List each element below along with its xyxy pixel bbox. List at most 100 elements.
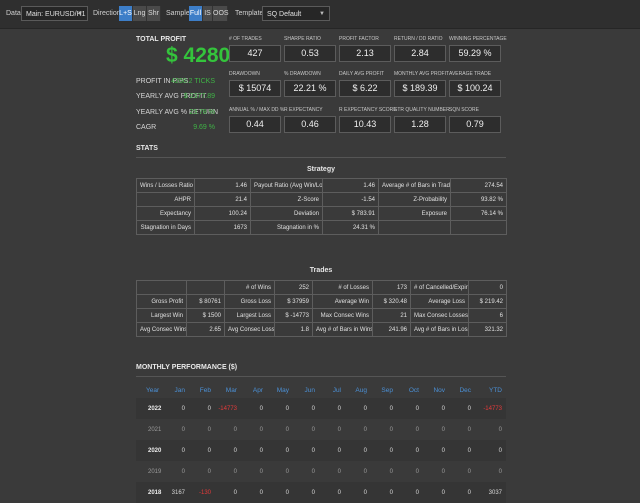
monthly-header-cell: Apr [252,386,263,394]
toolbar: Data Main: EURUSD/H1 ▼ Direction L+S Lng… [0,0,640,29]
monthly-value-cell: 0 [319,482,345,503]
table-cell: $ 219.42 [468,294,507,309]
table-row: Stagnation in Days 1673 Stagnation in % … [136,220,507,235]
metric-daily-avg-profit: DAILY AVG PROFIT $ 6.22 [339,70,391,97]
direction-short-button[interactable]: Shr [147,6,161,21]
monthly-performance-table: Year Jan Feb Mar Apr May Jun Jul Aug Sep Oct Nov Dec… [136,382,506,503]
monthly-value-cell: 0 [449,482,475,503]
metric-label: WINNING PERCENTAGE [449,36,507,42]
monthly-value-cell: 0 [467,468,471,475]
monthly-value-cell: 0 [319,440,345,461]
table-cell: Stagnation in % [250,220,323,235]
stats-title: STATS [136,145,158,152]
sample-oos-button[interactable]: OOS [213,6,229,21]
monthly-value-cell: 0 [241,440,267,461]
direction-ls-button[interactable]: L+S [119,6,133,21]
metric-winning-percentage: WINNING PERCENTAGE 59.29 % [449,35,507,62]
table-cell: Max Consec Losses [410,308,469,323]
table-row: Expectancy 100.24 Deviation $ 783.91 Exp… [136,206,507,221]
monthly-value-cell: 0 [389,468,393,475]
direction-long-button[interactable]: Lng [133,6,147,21]
metric-label: SHARPE RATIO [284,36,321,42]
table-row: Gross Profit $ 80761 Gross Loss $ 37959 … [136,294,507,309]
data-label: Data [6,10,21,17]
metric-label: MONTHLY AVG PROFIT [394,71,450,77]
template-select[interactable]: SQ Default ▼ [262,6,330,21]
table-cell: $ 80761 [186,294,225,309]
metric-label: RETURN / DD RATIO [394,36,443,42]
table-cell: # of Cancelled/Expired [410,280,469,295]
table-cell: Avg # of Bars in Wins [312,322,373,337]
metric-value: 59.29 % [449,45,501,62]
table-cell: 0 [468,280,507,295]
monthly-header-cell: Jan [174,386,185,394]
metric-sharpe-ratio: SHARPE RATIO 0.53 [284,35,336,62]
sample-is-button[interactable]: IS [203,6,213,21]
monthly-value-cell: 0 [449,440,475,461]
table-cell: 100.24 [194,206,251,221]
metric-value: 2.84 [394,45,446,62]
table-cell [450,220,507,235]
monthly-value-cell: 0 [293,398,319,419]
monthly-value-cell: 0 [311,426,315,433]
monthly-value-cell: 0 [267,398,293,419]
table-cell: Deviation [250,206,323,221]
cagr-label: CAGR [136,124,157,131]
metric-label: PROFIT FACTOR [339,36,379,42]
data-select[interactable]: Main: EURUSD/H1 ▼ [21,6,88,21]
monthly-header-cell: Jun [304,386,315,394]
metric-label: # OF TRADES [229,36,262,42]
metric-trades: # OF TRADES 427 [229,35,281,62]
table-cell: Avg Consec Wins [136,322,187,337]
table-cell: Avg # of Bars in Losses [410,322,469,337]
monthly-value-cell: 3037 [475,482,506,503]
table-cell: Average Loss [410,294,469,309]
table-cell: Avg Consec Loss [224,322,275,337]
metric-label: ANNUAL % / MAX DD % [229,107,285,113]
yearly-avg-profit-value: $ 2377.89 [183,93,215,100]
divider [136,157,506,158]
table-cell: Gross Profit [136,294,187,309]
monthly-value-cell: 0 [319,398,345,419]
metric-value: 22.21 % [284,80,336,97]
metric-value: 427 [229,45,281,62]
table-cell: 321.32 [468,322,507,337]
profit-in-pips-value: 4260.2 TICKS [171,78,215,85]
sample-label: Sample [166,10,190,17]
table-cell: $ 37959 [274,294,313,309]
monthly-header-cell: Jul [332,386,341,394]
monthly-value-cell: 0 [267,482,293,503]
table-cell: Payout Ratio (Avg Win/Loss) [250,178,323,193]
monthly-value-cell: 0 [189,440,215,461]
trades-table: # of Wins 252 # of Losses 173 # of Cance… [136,280,507,337]
monthly-value-cell: 0 [415,426,419,433]
monthly-value-cell: 0 [345,398,371,419]
table-cell: Stagnation in Days [136,220,195,235]
monthly-row: 2021 0 0 0 0 0 0 0 0 0 0 0 0 0 [136,419,506,440]
metric-monthly-avg-profit: MONTHLY AVG PROFIT $ 189.39 [394,70,450,97]
monthly-value-cell: 0 [371,398,397,419]
monthly-value-cell: 0 [423,398,449,419]
table-cell: Expectancy [136,206,195,221]
monthly-value-cell: 0 [449,398,475,419]
monthly-value-cell: 0 [397,482,423,503]
monthly-value-cell: 0 [363,426,367,433]
monthly-value-cell: 0 [285,468,289,475]
table-row: AHPR 21.4 Z-Score -1.54 Z-Probability 93… [136,192,507,207]
table-cell: # of Losses [312,280,373,295]
table-row: Largest Win $ 1500 Largest Loss $ -14773… [136,308,507,323]
monthly-year-cell: 2019 [148,468,162,475]
sample-full-button[interactable]: Full [189,6,203,21]
monthly-header-cell: Mar [225,386,237,394]
divider [136,376,506,377]
table-cell: Z-Probability [378,192,451,207]
monthly-value-cell: 0 [371,440,397,461]
metric-label: R EXPECTANCY SCORE [339,107,397,113]
table-row: Avg Consec Wins 2.65 Avg Consec Loss 1.8… [136,322,507,337]
monthly-value-cell: 0 [363,468,367,475]
monthly-value-cell: 0 [207,426,211,433]
monthly-header-cell: Oct [408,386,419,394]
monthly-header-cell: Sep [381,386,393,394]
monthly-value-cell: 0 [467,426,471,433]
monthly-value-cell: 0 [259,426,263,433]
